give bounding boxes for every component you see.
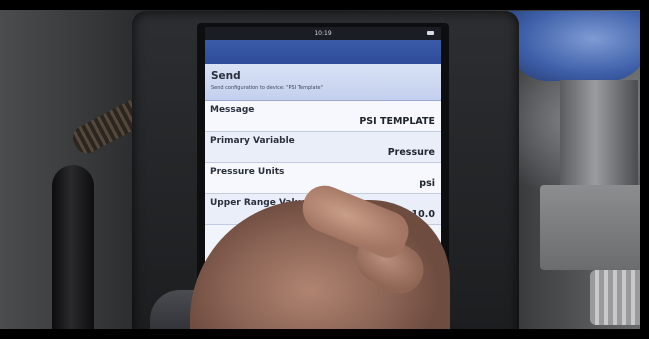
cable-connector [52, 165, 94, 335]
page-subtitle: Send configuration to device: "PSI Templ… [211, 85, 323, 91]
row-value: PSI TEMPLATE [359, 116, 435, 127]
row-value: psi [419, 178, 435, 189]
title-bar [205, 40, 441, 64]
mounting-bracket [540, 185, 649, 270]
row-label: Primary Variable [210, 136, 295, 146]
page-title: Send [211, 70, 241, 82]
letterbox-right [640, 0, 649, 339]
letterbox-bottom [0, 329, 649, 339]
battery-icon [427, 31, 434, 35]
pressure-transmitter-head [508, 11, 649, 81]
config-row-primary-variable[interactable]: Primary Variable Pressure [205, 132, 441, 163]
status-bar: 10:19 [205, 27, 441, 40]
row-label: Pressure Units [210, 167, 285, 177]
clock: 10:19 [314, 30, 332, 37]
letterbox-top [0, 0, 649, 10]
config-row-message[interactable]: Message PSI TEMPLATE [205, 101, 441, 132]
send-header: Send Send configuration to device: "PSI … [205, 64, 441, 101]
row-value: Pressure [387, 147, 435, 158]
row-label: Message [210, 105, 255, 115]
